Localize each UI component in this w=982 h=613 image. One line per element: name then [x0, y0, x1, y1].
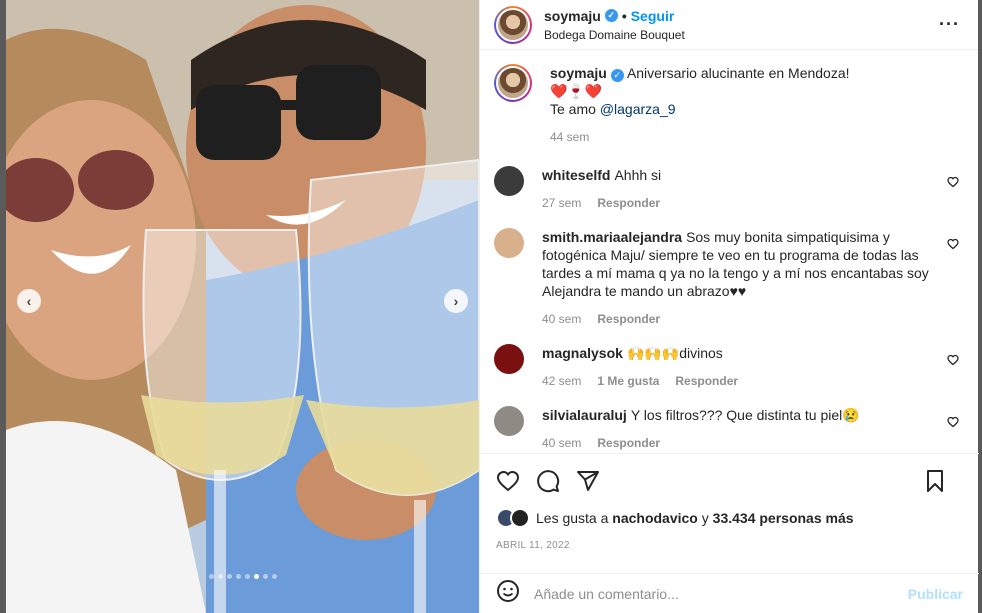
carousel-dot	[226, 574, 232, 579]
reply-button[interactable]: Responder	[597, 194, 660, 212]
verified-badge-icon: ✓	[604, 9, 618, 22]
post-photo[interactable]: ‹ ›	[6, 0, 479, 613]
mention-link[interactable]: @lagarza_9	[600, 101, 676, 117]
caption-text: Aniversario alucinante en Mendoza!	[626, 65, 850, 81]
carousel-dot	[235, 574, 241, 579]
comment-input[interactable]	[534, 585, 908, 602]
reply-button[interactable]: Responder	[597, 434, 660, 452]
verified-badge-icon: ✓	[610, 68, 624, 82]
publish-button[interactable]: Publicar	[908, 586, 963, 602]
follow-button[interactable]: Seguir	[631, 8, 675, 24]
reply-button[interactable]: Responder	[597, 310, 660, 328]
reply-button[interactable]: Responder	[675, 372, 738, 390]
comment-like-heart-icon[interactable]	[947, 354, 959, 369]
likes-count[interactable]: 33.434 personas más	[713, 510, 854, 526]
more-options-icon[interactable]: ···	[939, 14, 960, 35]
comment-like-heart-icon[interactable]	[947, 416, 959, 431]
share-icon[interactable]	[576, 469, 600, 498]
liker-username[interactable]: nachodavico	[612, 510, 698, 526]
post-header: soymaju ✓ • Seguir Bodega Domaine Bouque…	[480, 0, 978, 50]
photo-scene	[6, 0, 479, 613]
emoji-icon[interactable]	[496, 579, 520, 608]
author-username[interactable]: soymaju	[544, 8, 601, 24]
caption-emojis: ❤️🍷❤️	[550, 83, 603, 99]
likes-prefix: Les gusta a	[536, 510, 613, 526]
carousel-dot	[208, 574, 214, 579]
commenter-username[interactable]: magnalysok	[542, 345, 623, 361]
carousel-prev-button[interactable]: ‹	[17, 289, 41, 313]
comment-time[interactable]: 42 sem	[542, 372, 581, 390]
comment-time[interactable]: 40 sem	[542, 310, 581, 328]
caption-avatar[interactable]	[494, 64, 532, 102]
comment-item: smith.mariaalejandra Sos muy bonita simpa…	[494, 228, 963, 328]
post-date[interactable]: ABRIL 11, 2022	[480, 540, 979, 551]
post-actions: Les gusta a nachodavico y 33.434 persona…	[480, 453, 979, 573]
carousel-dot	[262, 574, 268, 579]
commenter-avatar[interactable]	[494, 406, 524, 436]
comment-text: 🙌🙌🙌divinos	[626, 345, 723, 361]
author-avatar[interactable]	[494, 5, 532, 44]
comment-likes[interactable]: 1 Me gusta	[597, 372, 659, 390]
carousel-dot	[244, 574, 250, 579]
comment-like-heart-icon[interactable]	[947, 238, 959, 253]
bookmark-icon[interactable]	[923, 469, 947, 498]
post-modal: ‹ › soymaju ✓ • Seguir Bodega Domaine Bo…	[6, 0, 979, 613]
comments-list[interactable]: soymaju ✓ Aniversario alucinante en Mendo…	[480, 50, 979, 453]
likes-middle: y	[697, 510, 713, 526]
carousel-dot	[217, 574, 223, 579]
heart-icon[interactable]	[496, 469, 520, 498]
carousel-dot	[271, 574, 277, 579]
carousel-dot	[253, 574, 259, 579]
commenter-username[interactable]: silvialauraluj	[542, 407, 627, 423]
comment-item: silvialauraluj Y los filtros??? Que disti…	[494, 406, 963, 452]
caption: soymaju ✓ Aniversario alucinante en Mendo…	[494, 64, 963, 146]
commenter-avatar[interactable]	[494, 344, 524, 374]
commenter-avatar[interactable]	[494, 166, 524, 196]
carousel-next-button[interactable]: ›	[444, 289, 468, 313]
comment-time[interactable]: 40 sem	[542, 434, 581, 452]
caption-line3: Te amo	[550, 101, 600, 117]
carousel-dots	[6, 574, 479, 579]
add-comment-bar: Publicar	[480, 573, 979, 613]
header-separator: •	[621, 7, 627, 24]
comment-text: Y los filtros??? Que distinta tu piel😢	[630, 407, 860, 423]
commenter-username[interactable]: whiteselfd	[542, 167, 610, 183]
comment-like-heart-icon[interactable]	[947, 176, 959, 191]
location-link[interactable]: Bodega Domaine Bouquet	[544, 28, 685, 42]
commenter-username[interactable]: smith.mariaalejandra	[542, 229, 682, 245]
liker-avatar[interactable]	[510, 508, 530, 528]
comment-text: Ahhh si	[614, 167, 662, 183]
comment-icon[interactable]	[536, 469, 560, 498]
comment-time[interactable]: 27 sem	[542, 194, 581, 212]
post-panel: soymaju ✓ • Seguir Bodega Domaine Bouque…	[479, 0, 979, 613]
caption-username[interactable]: soymaju	[550, 65, 607, 81]
comment-item: magnalysok 🙌🙌🙌divinos 42 sem 1 Me gusta Resp…	[494, 344, 963, 390]
commenter-avatar[interactable]	[494, 228, 524, 258]
comment-item: whiteselfd Ahhh si 27 sem Responder	[494, 166, 963, 212]
likes-summary: Les gusta a nachodavico y 33.434 persona…	[480, 508, 979, 528]
caption-time[interactable]: 44 sem	[550, 128, 589, 146]
